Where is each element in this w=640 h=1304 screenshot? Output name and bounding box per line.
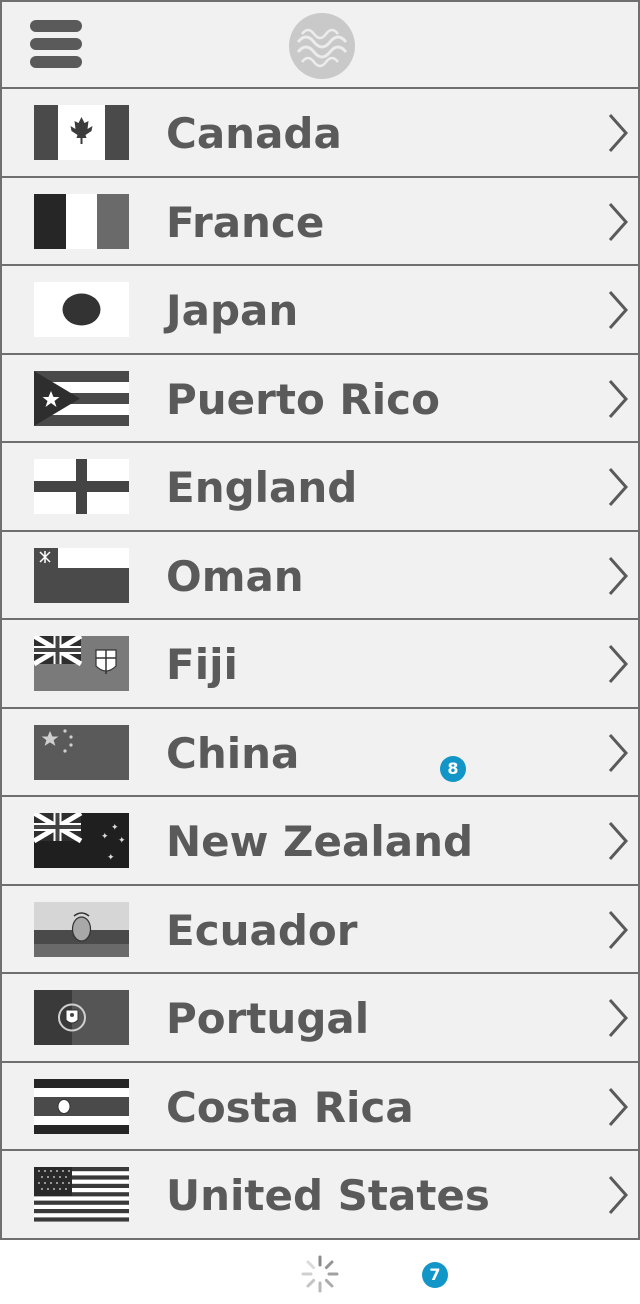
chevron-right-icon — [608, 1176, 629, 1214]
country-name: United States — [166, 1171, 490, 1220]
flag-china-icon — [34, 724, 129, 780]
country-name: France — [166, 197, 325, 247]
flag-fiji-icon — [34, 636, 129, 691]
chevron-right-icon — [608, 379, 629, 418]
country-row-costa-rica[interactable]: Costa Rica — [0, 1062, 640, 1151]
chevron-right-icon — [608, 645, 629, 683]
country-list: Canada France Japan Puerto Rico England — [0, 89, 640, 1240]
country-name: Ecuador — [166, 905, 358, 955]
chevron-right-icon — [608, 1087, 629, 1126]
svg-text:✦: ✦ — [101, 832, 109, 842]
country-name: New Zealand — [166, 817, 474, 866]
country-name: China — [166, 728, 300, 778]
country-row-ecuador[interactable]: Ecuador — [0, 885, 640, 974]
country-row-fiji[interactable]: Fiji — [0, 620, 640, 709]
chevron-right-icon — [608, 291, 629, 329]
chevron-right-icon — [608, 468, 629, 506]
flag-costa-rica-icon — [34, 1078, 129, 1134]
notification-badge[interactable]: 8 — [440, 755, 466, 782]
flag-japan-icon — [34, 282, 129, 337]
country-row-portugal[interactable]: Portugal — [0, 974, 640, 1063]
flag-england-icon — [34, 459, 129, 514]
chevron-right-icon — [608, 114, 629, 152]
chevron-right-icon — [608, 556, 629, 595]
svg-text:✦: ✦ — [111, 823, 119, 833]
notification-badge[interactable]: 7 — [422, 1262, 448, 1288]
country-row-japan[interactable]: Japan — [0, 266, 640, 355]
country-row-france[interactable]: France — [0, 177, 640, 266]
svg-text:✦: ✦ — [107, 853, 115, 863]
flag-united-states-icon — [34, 1167, 129, 1222]
country-row-oman[interactable]: Oman — [0, 531, 640, 620]
flag-new-zealand-icon: ✦ ✦ ✦ ✦ — [34, 813, 129, 868]
country-name: Puerto Rico — [166, 374, 440, 424]
chevron-right-icon — [608, 999, 629, 1037]
country-row-england[interactable]: England — [0, 443, 640, 532]
app-header — [0, 0, 640, 89]
flag-france-icon — [34, 193, 129, 249]
chevron-right-icon — [608, 733, 629, 772]
country-name: Costa Rica — [166, 1082, 414, 1132]
hamburger-menu-icon[interactable] — [30, 20, 84, 74]
country-row-china[interactable]: China 8 — [0, 708, 640, 797]
country-row-united-states[interactable]: United States — [0, 1151, 640, 1240]
country-name: Oman — [166, 551, 304, 601]
chevron-right-icon — [608, 822, 629, 860]
chevron-right-icon — [608, 202, 629, 241]
flag-oman-icon — [34, 547, 129, 603]
country-name: Portugal — [166, 994, 370, 1043]
country-row-puerto-rico[interactable]: Puerto Rico — [0, 354, 640, 443]
flag-canada-icon — [34, 105, 129, 160]
flag-portugal-icon — [34, 990, 129, 1045]
country-name: England — [166, 463, 358, 512]
country-name: Fiji — [166, 640, 238, 689]
flag-ecuador-icon — [34, 901, 129, 957]
chevron-right-icon — [608, 910, 629, 949]
loading-spinner-icon — [301, 1255, 339, 1293]
country-name: Japan — [166, 286, 299, 335]
flag-puerto-rico-icon — [34, 370, 129, 426]
country-row-new-zealand[interactable]: ✦ ✦ ✦ ✦ New Zealand — [0, 797, 640, 886]
wave-emblem-logo — [288, 12, 356, 80]
svg-text:✦: ✦ — [118, 836, 126, 846]
country-name: Canada — [166, 109, 342, 158]
country-row-canada[interactable]: Canada — [0, 89, 640, 178]
